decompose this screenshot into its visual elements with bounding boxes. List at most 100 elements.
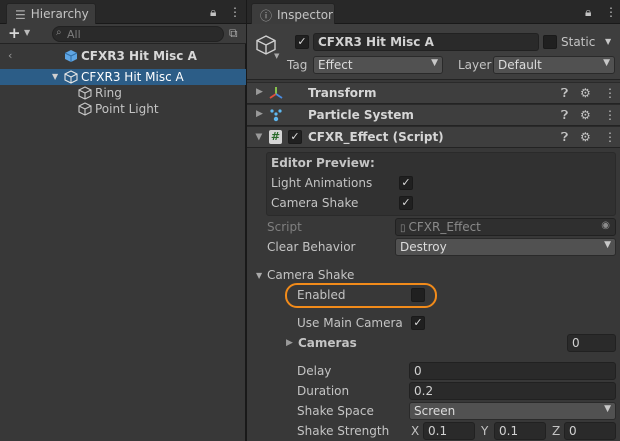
search-placeholder: All — [67, 28, 81, 41]
layer-label: Layer — [458, 58, 492, 72]
search-icon: ⌕ — [56, 27, 62, 38]
more-options-icon[interactable]: ⋮ — [229, 5, 241, 19]
object-picker-icon: ◉ — [601, 220, 610, 231]
hierarchy-item-ring[interactable]: Ring — [0, 85, 246, 101]
fold-arrow-icon[interactable]: ▶ — [256, 109, 263, 119]
more-options-icon[interactable]: ⋮ — [604, 108, 616, 122]
lock-icon[interactable]: 🔒︎ — [585, 5, 591, 20]
lock-icon[interactable]: 🔒︎ — [210, 5, 216, 20]
shake-z-field[interactable]: 0 — [564, 422, 616, 440]
shake-y-field[interactable]: 0.1 — [494, 422, 546, 440]
tag-dropdown[interactable]: Effect ▼ — [313, 56, 443, 74]
shake-strength-label: Shake Strength — [297, 424, 390, 438]
chevron-down-icon: ▼ — [604, 404, 611, 414]
more-options-icon[interactable]: ⋮ — [604, 86, 616, 100]
prefab-cube-icon — [64, 50, 78, 62]
inspector-tab[interactable]: ⓘ Inspector — [251, 3, 335, 24]
add-icon[interactable]: + — [8, 24, 21, 42]
preset-icon[interactable]: ⚙ — [580, 108, 591, 122]
tag-value: Effect — [318, 58, 353, 72]
light-animations-label: Light Animations — [271, 176, 373, 190]
layer-dropdown[interactable]: Default ▼ — [493, 56, 615, 74]
hierarchy-tab-label: Hierarchy — [30, 7, 89, 21]
help-icon[interactable]: ❓︎ — [561, 86, 568, 101]
hierarchy-item-point-light[interactable]: Point Light — [0, 101, 246, 117]
back-chevron-icon[interactable]: ‹ — [8, 49, 12, 62]
gameobject-cube-icon — [78, 86, 92, 100]
preset-icon[interactable]: ⚙ — [580, 130, 591, 144]
delay-label: Delay — [297, 364, 332, 378]
script-label: Script — [267, 220, 302, 234]
scene-root-row[interactable]: ‹ CFXR3 Hit Misc A — [0, 48, 246, 64]
script-value: CFXR_Effect — [408, 220, 481, 234]
more-options-icon[interactable]: ⋮ — [604, 130, 616, 144]
hierarchy-item-label: CFXR3 Hit Misc A — [81, 70, 184, 84]
fold-arrow-icon[interactable]: ▶ — [256, 87, 263, 97]
shake-x-field[interactable]: 0.1 — [423, 422, 475, 440]
object-active-checkbox[interactable]: ✓ — [295, 35, 309, 49]
hierarchy-tab-bar: ☰ Hierarchy 🔒︎ ⋮ — [0, 0, 246, 24]
static-dropdown-icon[interactable]: ▼ — [605, 37, 611, 46]
list-icon: ☰ — [15, 8, 26, 22]
more-options-icon[interactable]: ⋮ — [605, 5, 617, 19]
component-name: Transform — [308, 86, 377, 100]
component-name: CFXR_Effect (Script) — [308, 130, 444, 144]
icon-dropdown-arrow-icon[interactable]: ▼ — [274, 52, 279, 60]
object-header: ▼ ✓ CFXR3 Hit Misc A Static ▼ Tag Effect… — [247, 24, 620, 80]
duration-label: Duration — [297, 384, 350, 398]
duration-field[interactable]: 0.2 — [409, 382, 616, 400]
inspector-tab-bar: ⓘ Inspector 🔒︎ ⋮ — [247, 0, 620, 24]
hierarchy-panel: ☰ Hierarchy 🔒︎ ⋮ + ▼ ⌕ All ⧉ ‹ CFXR3 Hit … — [0, 0, 246, 441]
delay-field[interactable]: 0 — [409, 362, 616, 380]
hierarchy-tab[interactable]: ☰ Hierarchy — [6, 3, 96, 24]
use-main-camera-label: Use Main Camera — [297, 316, 403, 330]
light-animations-checkbox[interactable]: ✓ — [399, 176, 413, 190]
fold-arrow-icon[interactable]: ▶ — [253, 134, 263, 141]
static-checkbox[interactable] — [543, 35, 557, 49]
camera-shake-fold-icon[interactable]: ▼ — [256, 271, 262, 280]
clear-behavior-value: Destroy — [400, 240, 447, 254]
chevron-down-icon[interactable]: ▼ — [24, 28, 30, 37]
gameobject-cube-icon — [64, 70, 78, 84]
tag-label: Tag — [287, 58, 308, 72]
use-main-camera-checkbox[interactable]: ✓ — [411, 316, 425, 330]
component-transform[interactable]: ▶ Transform ❓︎ ⚙ ⋮ — [247, 82, 620, 104]
help-icon[interactable]: ❓︎ — [561, 130, 568, 145]
expand-arrow-icon[interactable]: ▼ — [52, 72, 58, 81]
chevron-down-icon: ▼ — [604, 240, 611, 250]
component-particle-system[interactable]: ▶ Particle System ❓︎ ⚙ ⋮ — [247, 104, 620, 126]
search-filter-icon[interactable]: ⧉ — [229, 26, 238, 41]
script-field: ▯ CFXR_Effect ◉ — [395, 218, 616, 236]
transform-axes-icon — [269, 87, 283, 99]
hierarchy-search-input[interactable]: ⌕ All — [52, 26, 224, 42]
component-enabled-checkbox[interactable]: ✓ — [288, 130, 302, 144]
cameras-label: Cameras — [298, 336, 357, 350]
camera-shake-preview-label: Camera Shake — [271, 196, 359, 210]
cameras-fold-icon[interactable]: ▶ — [286, 338, 293, 348]
shake-z-label: Z — [552, 424, 561, 438]
clear-behavior-dropdown[interactable]: Destroy ▼ — [395, 238, 616, 256]
script-file-icon: ▯ — [400, 223, 406, 234]
shake-space-value: Screen — [414, 404, 456, 418]
chevron-down-icon: ▼ — [431, 58, 438, 68]
component-cfxr-effect[interactable]: ▶ # ✓ CFXR_Effect (Script) ❓︎ ⚙ ⋮ — [247, 126, 620, 148]
inspector-tab-label: Inspector — [277, 8, 333, 22]
gameobject-cube-icon — [78, 102, 92, 116]
hierarchy-item-label: Point Light — [95, 102, 159, 116]
hierarchy-toolbar: + ▼ ⌕ All ⧉ — [0, 24, 246, 44]
camera-shake-preview-checkbox[interactable]: ✓ — [399, 196, 413, 210]
editor-preview-title: Editor Preview: — [271, 156, 375, 170]
camera-shake-section-label: Camera Shake — [267, 268, 355, 282]
clear-behavior-label: Clear Behavior — [267, 240, 356, 254]
highlight-ring — [285, 283, 437, 308]
object-name-field[interactable]: CFXR3 Hit Misc A — [313, 33, 539, 51]
particle-system-icon — [270, 109, 282, 122]
cameras-count-field[interactable]: 0 — [567, 334, 616, 352]
shake-y-label: Y — [481, 424, 489, 438]
hierarchy-item-root[interactable]: ▼ CFXR3 Hit Misc A — [0, 69, 246, 85]
shake-space-dropdown[interactable]: Screen ▼ — [409, 402, 616, 420]
preset-icon[interactable]: ⚙ — [580, 86, 591, 100]
script-hash-icon: # — [269, 130, 282, 144]
help-icon[interactable]: ❓︎ — [561, 108, 568, 123]
info-icon: ⓘ — [260, 9, 273, 23]
